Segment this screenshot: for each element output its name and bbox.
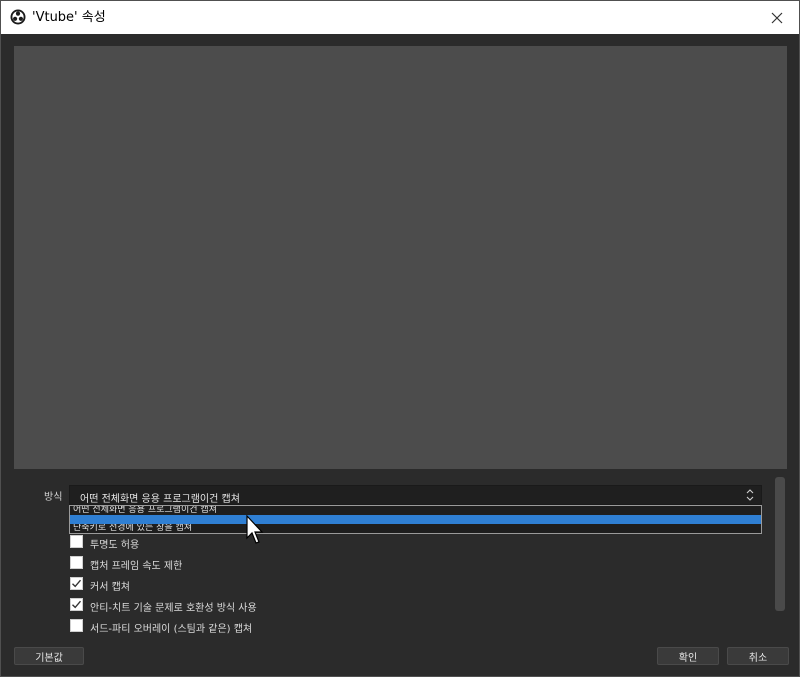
dropdown-option-selected[interactable]: 특정 창 캡쳐	[70, 515, 761, 524]
checkbox-label: 서드-파티 오버레이 (스팀과 같은) 캡쳐	[90, 624, 253, 635]
source-preview	[14, 46, 787, 469]
checkbox-anti-cheat-compat[interactable]: 안티-치트 기술 문제로 호환성 방식 사용	[70, 597, 750, 614]
checkbox-box[interactable]	[70, 556, 83, 569]
close-button[interactable]	[755, 1, 799, 34]
checkmark-icon	[72, 600, 82, 609]
checkbox-label: 캡처 프레임 속도 제한	[90, 561, 183, 572]
combo-updown-icon	[746, 489, 754, 501]
properties-panel: 방식 어떤 전체화면 응용 프로그램이건 캡쳐 어떤 전체화면 응용 프로그램이…	[14, 471, 774, 639]
properties-dialog: 'Vtube' 속성 방식 어떤 전체화면 응용 프로그램이건 캡쳐 어떤 전체…	[0, 0, 800, 677]
ok-button[interactable]: 확인	[657, 647, 719, 665]
properties-scrollbar[interactable]	[775, 477, 785, 611]
checkbox-box-checked[interactable]	[70, 598, 83, 611]
method-combobox-value: 어떤 전체화면 응용 프로그램이건 캡쳐	[80, 494, 240, 505]
cancel-button[interactable]: 취소	[727, 647, 789, 665]
title-bar[interactable]: 'Vtube' 속성	[1, 1, 799, 34]
checkbox-label: 커서 캡쳐	[90, 582, 130, 593]
defaults-button[interactable]: 기본값	[14, 647, 84, 665]
method-combobox[interactable]: 어떤 전체화면 응용 프로그램이건 캡쳐	[69, 485, 762, 505]
mouse-cursor-icon	[246, 515, 264, 544]
checkbox-box-checked[interactable]	[70, 577, 83, 590]
checkbox-limit-framerate[interactable]: 캡처 프레임 속도 제한	[70, 555, 750, 572]
dropdown-option[interactable]: 단축키로 전경에 있는 창을 캡쳐	[70, 524, 761, 533]
window-title: 'Vtube' 속성	[32, 10, 106, 25]
checkbox-box[interactable]	[70, 619, 83, 632]
checkbox-third-party-overlay[interactable]: 서드-파티 오버레이 (스팀과 같은) 캡쳐	[70, 618, 750, 635]
checkbox-box[interactable]	[70, 535, 83, 548]
checkmark-icon	[72, 579, 82, 588]
checkbox-allow-transparency[interactable]: 투명도 허용	[70, 534, 750, 551]
checkbox-capture-cursor[interactable]: 커서 캡쳐	[70, 576, 750, 593]
checkbox-label: 안티-치트 기술 문제로 호환성 방식 사용	[90, 603, 257, 614]
dropdown-option[interactable]: 어떤 전체화면 응용 프로그램이건 캡쳐	[70, 506, 761, 515]
checkbox-label: 투명도 허용	[90, 540, 140, 551]
method-dropdown-list: 어떤 전체화면 응용 프로그램이건 캡쳐 특정 창 캡쳐 단축키로 전경에 있는…	[69, 505, 762, 534]
close-icon	[771, 12, 783, 23]
obs-logo-icon	[10, 9, 26, 25]
method-label: 방식	[44, 492, 63, 503]
